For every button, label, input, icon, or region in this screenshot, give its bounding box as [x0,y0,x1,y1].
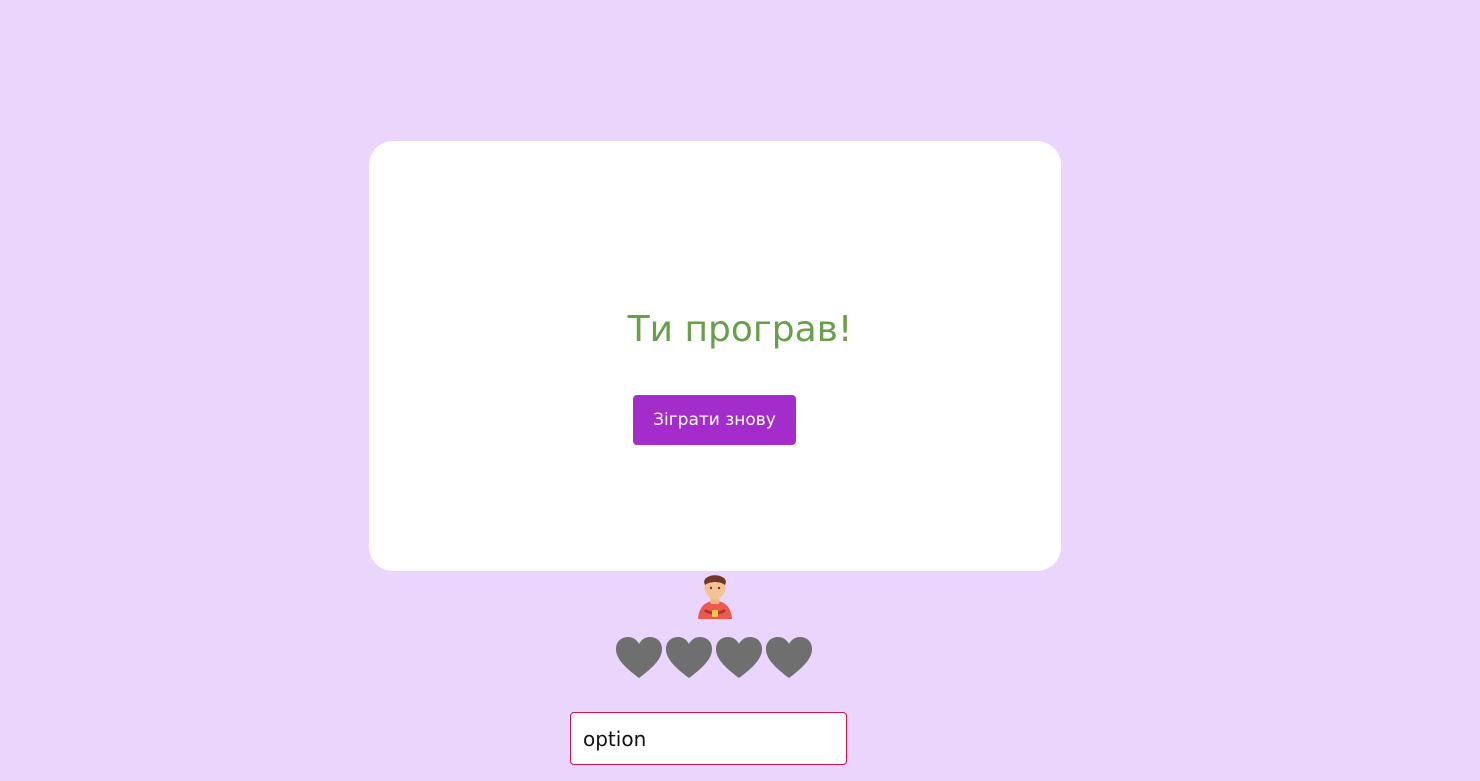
game-page: Ти програв! Зіграти знову [0,0,1480,781]
game-result-card [369,141,1061,571]
result-message: Ти програв! [627,309,853,350]
heart-icon [766,637,812,678]
lives-hearts [614,634,818,684]
heart-icon [666,637,712,678]
play-again-button[interactable]: Зіграти знову [633,395,796,445]
answer-input[interactable] [570,712,847,765]
heart-icon [716,637,762,678]
heart-icon [616,637,662,678]
player-avatar-icon [698,575,732,619]
